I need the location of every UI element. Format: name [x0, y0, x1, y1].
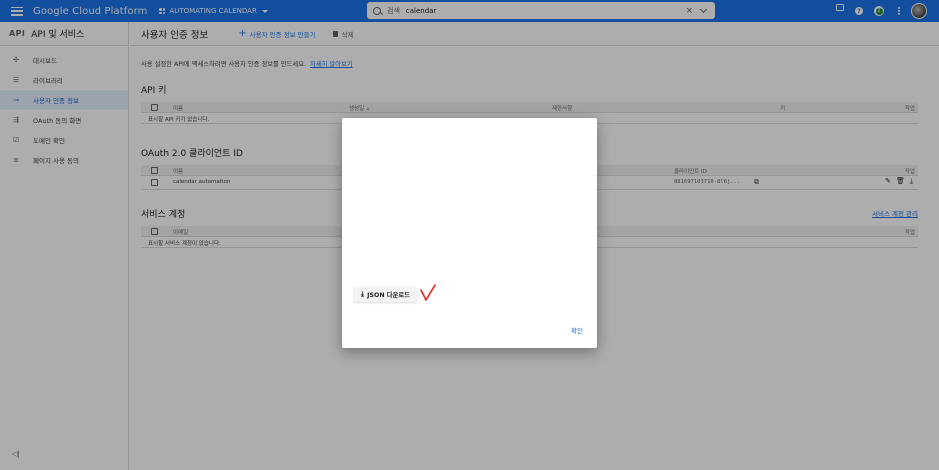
download-json-button[interactable]: ⤓ JSON 다운로드 [354, 287, 417, 302]
confirm-button[interactable]: 확인 [571, 325, 583, 335]
download-json-label: JSON 다운로드 [367, 292, 410, 299]
download-icon: ⤓ [361, 290, 365, 298]
checkmark-annotation-icon [420, 284, 436, 301]
credentials-dialog: ⤓ JSON 다운로드 확인 [342, 118, 597, 348]
